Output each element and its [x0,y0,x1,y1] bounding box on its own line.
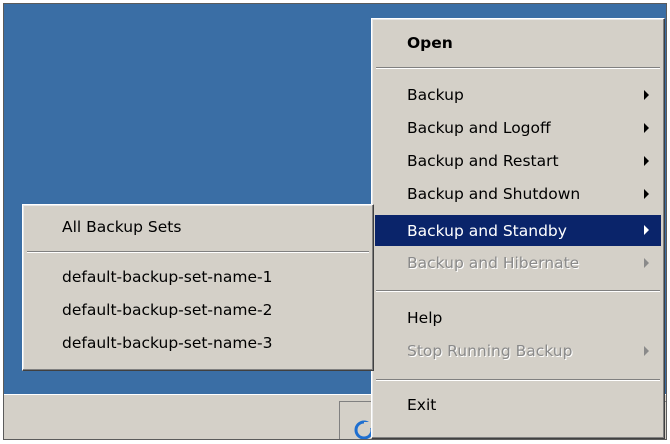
submenu-separator [27,251,369,253]
submenu-item-label: All Backup Sets [62,218,182,236]
submenu-item-label: default-backup-set-name-3 [62,334,273,352]
submenu-item-label: default-backup-set-name-1 [62,268,273,286]
menu-item-label: Help [407,309,443,327]
backup-sets-submenu: All Backup Sets default-backup-set-name-… [22,204,374,371]
submenu-arrow-icon [644,156,649,166]
submenu-item-all-backup-sets[interactable]: All Backup Sets [26,213,370,241]
submenu-arrow-icon [644,225,649,235]
menu-item-exit[interactable]: Exit [375,391,661,419]
submenu-arrow-icon [644,90,649,100]
submenu-arrow-icon [644,346,649,356]
menu-item-backup-and-standby[interactable]: Backup and Standby [375,215,661,246]
menu-separator [376,290,660,292]
menu-item-backup[interactable]: Backup [375,81,661,109]
menu-item-label: Backup [407,86,464,104]
menu-item-backup-and-logoff[interactable]: Backup and Logoff [375,114,661,142]
submenu-item-label: default-backup-set-name-2 [62,301,273,319]
submenu-item-backup-set[interactable]: default-backup-set-name-1 [26,263,370,291]
tray-context-menu: Open Backup Backup and Logoff Backup and… [371,18,665,439]
menu-separator [376,379,660,381]
menu-item-label: Backup and Shutdown [407,185,581,203]
submenu-item-backup-set[interactable]: default-backup-set-name-3 [26,329,370,357]
menu-item-backup-and-restart[interactable]: Backup and Restart [375,147,661,175]
menu-item-label: Backup and Logoff [407,119,551,137]
menu-item-open[interactable]: Open [375,29,661,57]
menu-item-help[interactable]: Help [375,304,661,332]
menu-item-stop-running-backup[interactable]: Stop Running Backup [375,337,661,365]
menu-separator [376,67,660,69]
submenu-arrow-icon [644,189,649,199]
screen: Open Backup Backup and Logoff Backup and… [3,3,667,440]
menu-item-label: Backup and Restart [407,152,559,170]
menu-item-label: Backup and Standby [407,221,567,240]
submenu-arrow-icon [644,123,649,133]
menu-item-label: Exit [407,396,437,414]
menu-item-backup-and-shutdown[interactable]: Backup and Shutdown [375,180,661,208]
menu-item-label: Backup and Hibernate [407,254,580,272]
menu-item-backup-and-hibernate[interactable]: Backup and Hibernate [375,249,661,277]
menu-item-label: Stop Running Backup [407,342,573,360]
submenu-item-backup-set[interactable]: default-backup-set-name-2 [26,296,370,324]
submenu-arrow-icon [644,258,649,268]
menu-item-label: Open [407,34,453,52]
